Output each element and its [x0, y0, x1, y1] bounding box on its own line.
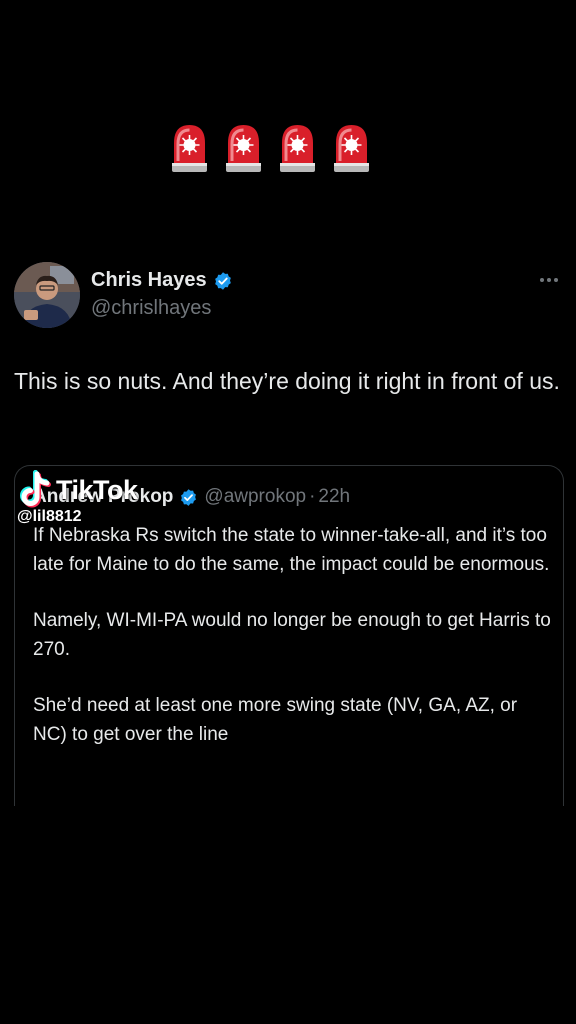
- tiktok-brand-text: TikTok: [56, 474, 138, 505]
- avatar[interactable]: [14, 262, 80, 328]
- tiktok-watermark: TikTok @lil8812: [17, 470, 177, 540]
- verified-badge-icon: [179, 488, 198, 507]
- quoted-author-handle[interactable]: @awprokop: [204, 486, 306, 508]
- tiktok-logo-icon: [17, 470, 53, 510]
- quoted-paragraph: Namely, WI-MI-PA would no longer be enou…: [33, 610, 551, 660]
- author-name-text[interactable]: Chris Hayes: [91, 269, 207, 292]
- tweet-header: Chris Hayes @chrislhayes: [14, 262, 562, 328]
- siren-emoji-icon: [330, 121, 373, 173]
- emoji-row: [168, 121, 373, 173]
- author-handle[interactable]: @chrislhayes: [91, 297, 211, 320]
- tiktok-username: @lil8812: [17, 508, 82, 525]
- tiktok-logo: TikTok: [17, 470, 177, 510]
- siren-emoji-icon: [222, 121, 265, 173]
- quoted-paragraph: She’d need at least one more swing state…: [33, 695, 518, 745]
- author-name[interactable]: Chris Hayes: [91, 269, 233, 292]
- siren-emoji-icon: [276, 121, 319, 173]
- verified-badge-icon: [213, 271, 233, 291]
- quoted-timestamp[interactable]: 22h: [318, 486, 350, 508]
- tweet-text: This is so nuts. And they’re doing it ri…: [14, 368, 560, 394]
- quoted-tweet-body: If Nebraska Rs switch the state to winne…: [33, 522, 553, 777]
- siren-emoji-icon: [168, 121, 211, 173]
- separator-dot: ·: [309, 486, 316, 507]
- more-options-icon[interactable]: [538, 272, 560, 288]
